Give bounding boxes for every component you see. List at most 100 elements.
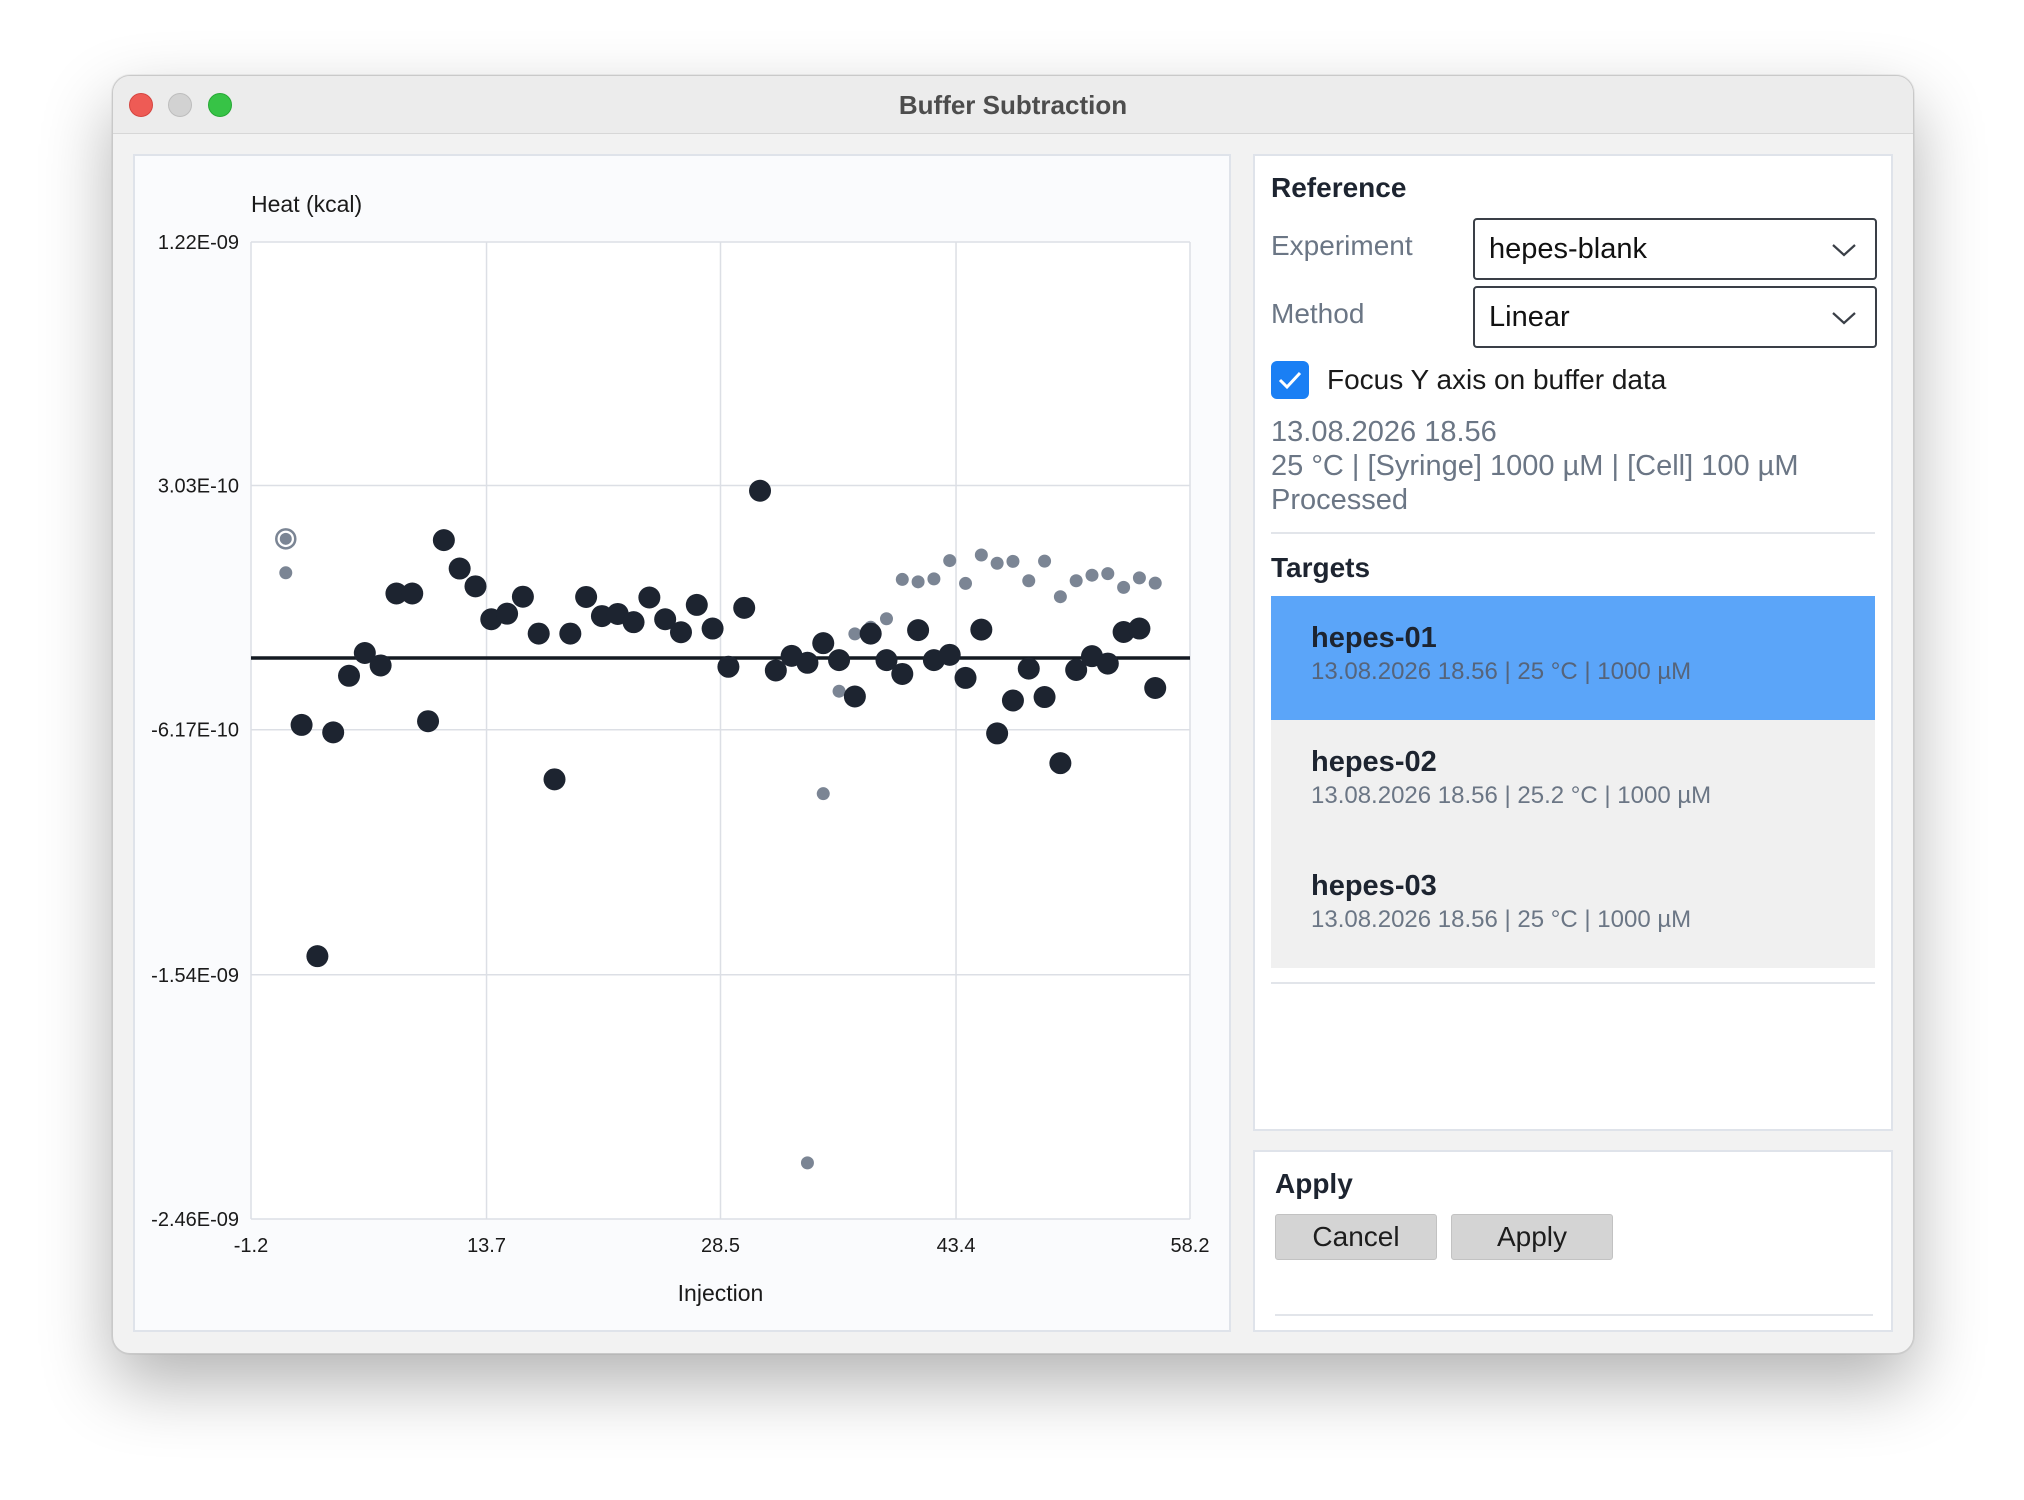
target-data-point <box>543 768 566 791</box>
y-axis-label: Heat (kcal) <box>251 191 362 217</box>
buffer-data-point <box>1085 568 1099 582</box>
buffer-data-point <box>1022 574 1036 588</box>
buffer-data-point <box>848 627 862 641</box>
buffer-data-point <box>879 612 893 626</box>
target-data-point <box>733 596 756 619</box>
buffer-data-point <box>1006 554 1020 568</box>
target-data-point <box>859 622 882 645</box>
target-name: hepes-01 <box>1311 622 1437 654</box>
apply-button[interactable]: Apply <box>1451 1214 1613 1260</box>
target-data-point <box>559 622 582 645</box>
buffer-subtraction-window: Buffer Subtraction -1.2 13.7 28.5 43.4 58.2 1… <box>112 75 1914 1354</box>
target-data-point <box>622 611 645 634</box>
y-tick-label: -6.17E-10 <box>151 720 239 742</box>
reference-conditions: 25 °C | [Syringe] 1000 µM | [Cell] 100 µ… <box>1271 450 1799 482</box>
x-tick-label: -1.2 <box>234 1235 268 1257</box>
target-data-point <box>717 655 740 678</box>
y-tick-label: -2.46E-09 <box>151 1209 239 1231</box>
section-divider <box>1271 532 1875 534</box>
apply-heading: Apply <box>1275 1168 1353 1199</box>
target-data-point <box>401 582 424 605</box>
highlighted-data-point-core <box>279 532 292 545</box>
chevron-down-icon <box>1832 244 1856 257</box>
target-meta: 13.08.2026 18.56 | 25 °C | 1000 µM <box>1311 658 1692 685</box>
target-data-point <box>432 529 455 552</box>
buffer-data-point <box>1132 571 1146 585</box>
y-tick-label: -1.54E-09 <box>151 965 239 987</box>
x-tick-label: 58.2 <box>1171 1235 1210 1257</box>
apply-panel: Apply Cancel Apply <box>1253 1150 1893 1332</box>
target-data-point <box>891 662 914 685</box>
focus-y-axis-label[interactable]: Focus Y axis on buffer data <box>1327 364 1666 396</box>
target-data-point <box>749 479 772 502</box>
target-item-hepes-02[interactable]: hepes-02 13.08.2026 18.56 | 25.2 °C | 10… <box>1271 720 1875 844</box>
buffer-data-point <box>943 554 957 568</box>
buffer-data-point <box>990 556 1004 570</box>
focus-y-axis-checkbox[interactable] <box>1271 361 1309 399</box>
target-data-point <box>1096 652 1119 675</box>
target-item-hepes-01[interactable]: hepes-01 13.08.2026 18.56 | 25 °C | 1000… <box>1271 596 1875 720</box>
x-tick-label: 43.4 <box>937 1235 976 1257</box>
method-label: Method <box>1271 298 1365 329</box>
x-axis-label: Injection <box>678 1280 764 1306</box>
checkmark-icon <box>1278 371 1302 390</box>
buffer-data-point <box>911 575 925 589</box>
target-data-point <box>1017 657 1040 680</box>
target-item-hepes-03[interactable]: hepes-03 13.08.2026 18.56 | 25 °C | 1000… <box>1271 844 1875 968</box>
target-data-point <box>575 585 598 608</box>
buffer-data-point <box>1069 574 1083 588</box>
targets-heading: Targets <box>1271 552 1371 583</box>
target-data-point <box>970 618 993 641</box>
target-data-point <box>417 710 440 733</box>
target-meta: 13.08.2026 18.56 | 25 °C | 1000 µM <box>1311 906 1692 933</box>
target-data-point <box>843 685 866 708</box>
target-data-point <box>464 575 487 598</box>
experiment-label: Experiment <box>1271 230 1413 261</box>
buffer-data-point <box>816 787 830 801</box>
buffer-data-point <box>927 572 941 586</box>
buffer-data-point <box>832 684 846 698</box>
y-tick-label: 3.03E-10 <box>158 475 239 497</box>
target-data-point <box>669 621 692 644</box>
buffer-data-point <box>1038 554 1052 568</box>
target-data-point <box>511 585 534 608</box>
target-data-point <box>369 654 392 677</box>
target-data-point <box>1128 617 1151 640</box>
target-data-point <box>1144 677 1167 700</box>
target-data-point <box>338 664 361 687</box>
experiment-select[interactable]: hepes-blank <box>1473 218 1877 280</box>
x-tick-label: 28.5 <box>701 1235 740 1257</box>
target-data-point <box>938 643 961 666</box>
buffer-data-point <box>1117 580 1131 594</box>
target-data-point <box>954 666 977 689</box>
cancel-button[interactable]: Cancel <box>1275 1214 1437 1260</box>
reference-heading: Reference <box>1271 172 1407 203</box>
buffer-data-point <box>279 566 293 580</box>
x-tick-label: 13.7 <box>467 1235 506 1257</box>
target-data-point <box>812 632 835 655</box>
reference-panel: Reference Experiment hepes-blank Method … <box>1253 154 1893 1131</box>
target-name: hepes-02 <box>1311 746 1437 778</box>
reference-date: 13.08.2026 18.56 <box>1271 416 1497 448</box>
title-bar: Buffer Subtraction <box>113 76 1913 134</box>
target-data-point <box>986 722 1009 745</box>
targets-list: hepes-01 13.08.2026 18.56 | 25 °C | 1000… <box>1271 596 1875 968</box>
method-select[interactable]: Linear <box>1473 286 1877 348</box>
target-data-point <box>701 617 724 640</box>
target-data-point <box>306 945 329 968</box>
buffer-data-point <box>1148 576 1162 590</box>
experiment-select-value: hepes-blank <box>1489 233 1647 265</box>
heat-scatter-chart: -1.2 13.7 28.5 43.4 58.2 1.22E-09 3.03E-10 -6.1… <box>151 191 1210 1306</box>
buffer-data-point <box>1053 590 1067 604</box>
y-tick-label: 1.22E-09 <box>158 232 239 254</box>
reference-status: Processed <box>1271 484 1409 516</box>
window-title: Buffer Subtraction <box>898 90 1128 120</box>
target-data-point <box>290 713 313 736</box>
target-data-point <box>527 622 550 645</box>
buffer-data-point <box>1101 567 1115 581</box>
target-data-point <box>1033 686 1056 709</box>
apply-bottom-divider <box>1275 1314 1873 1316</box>
target-data-point <box>322 721 345 744</box>
buffer-data-point <box>959 576 973 590</box>
buffer-data-point <box>974 548 988 562</box>
